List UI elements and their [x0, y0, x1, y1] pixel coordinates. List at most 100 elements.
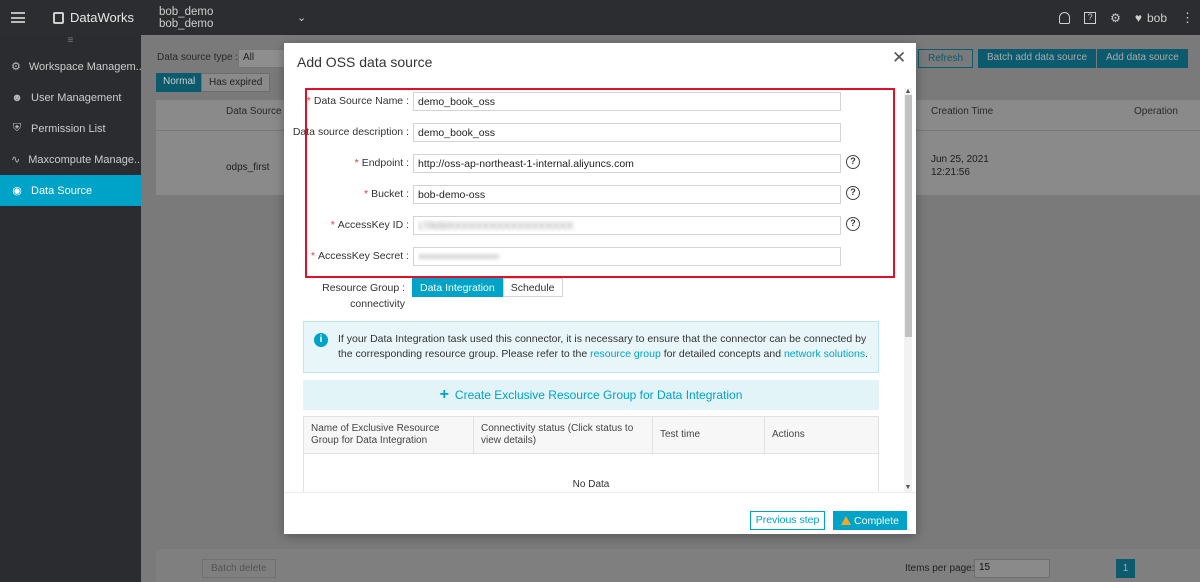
- add-oss-data-source-dialog: Add OSS data source ✕ * Data Source Name …: [284, 43, 916, 534]
- refresh-button[interactable]: Refresh: [918, 49, 974, 68]
- chevron-down-icon[interactable]: ⌄: [297, 11, 306, 24]
- field-accesskey-id: *AccessKey ID : ?: [284, 214, 904, 236]
- scroll-down-icon[interactable]: ▼: [904, 484, 912, 492]
- tab-schedule[interactable]: Schedule: [502, 278, 563, 297]
- workspace-selector[interactable]: bob_demo bob_demo: [159, 6, 297, 30]
- column-header-name: Data Source N: [226, 106, 292, 117]
- field-label: Data Source Name :: [313, 95, 409, 107]
- batch-add-button[interactable]: Batch add data source: [978, 49, 1097, 68]
- accesskey-secret-input[interactable]: [413, 247, 841, 266]
- sidebar-item-workspace-management[interactable]: ⚙ Workspace Managem...: [0, 51, 141, 82]
- resource-group-link[interactable]: resource group: [590, 348, 661, 360]
- previous-step-button[interactable]: Previous step: [750, 511, 825, 530]
- resource-group-label: Resource Group : connectivity: [322, 282, 405, 310]
- users-icon: ☻: [11, 91, 23, 104]
- gear-icon: ⚙: [11, 61, 21, 73]
- info-text: If your Data Integration task used this …: [338, 333, 868, 360]
- type-filter-label: Data source type :: [157, 52, 239, 63]
- field-endpoint: *Endpoint : ?: [284, 152, 904, 174]
- app-logo[interactable]: DataWorks: [53, 10, 158, 25]
- cell-creation-time: 12:21:56: [931, 167, 970, 178]
- data-source-name-input[interactable]: [413, 92, 841, 111]
- table-header: Name of Exclusive Resource Group for Dat…: [304, 417, 878, 454]
- wrench-icon[interactable]: ⚙: [1110, 11, 1121, 25]
- cell-creation-date: Jun 25, 2021: [931, 154, 989, 165]
- workspace-id: bob_demo: [159, 17, 214, 30]
- create-exclusive-resource-group-button[interactable]: + Create Exclusive Resource Group for Da…: [303, 380, 879, 410]
- create-label: Create Exclusive Resource Group for Data…: [454, 388, 743, 402]
- dialog-scrollbar[interactable]: ▲ ▼: [904, 88, 912, 492]
- sidebar-item-data-source[interactable]: ◉ Data Source: [0, 175, 141, 206]
- field-label: AccessKey ID :: [337, 219, 409, 231]
- sidebar-item-label: Permission List: [31, 122, 106, 135]
- field-data-source-name: * Data Source Name :: [284, 90, 904, 112]
- resource-group-table: Name of Exclusive Resource Group for Dat…: [303, 416, 879, 492]
- hamburger-icon: [10, 12, 25, 23]
- dialog-body: *Data Source Name : Data source descript…: [284, 88, 916, 492]
- scrollbar-thumb[interactable]: [905, 95, 912, 337]
- close-icon[interactable]: ✕: [892, 49, 906, 66]
- chart-icon: ∿: [11, 154, 21, 166]
- sidebar-item-label: Workspace Managem...: [28, 60, 141, 73]
- field-label: Endpoint :: [361, 157, 409, 169]
- column-header-creation-time: Creation Time: [931, 106, 994, 117]
- field-label: AccessKey Secret :: [317, 250, 409, 262]
- bell-icon[interactable]: [1059, 11, 1071, 24]
- field-label: Data source description :: [292, 126, 409, 138]
- info-alert: i If your Data Integration task used thi…: [303, 321, 879, 373]
- sidebar-item-user-management[interactable]: ☻ User Management: [0, 82, 141, 113]
- page-button-current[interactable]: 1: [1116, 559, 1135, 578]
- resource-group-tabs: Data Integration Schedule: [412, 278, 563, 297]
- bucket-input[interactable]: [413, 185, 841, 204]
- required-marker: *: [310, 250, 315, 262]
- accesskey-id-input[interactable]: [413, 216, 841, 235]
- more-icon[interactable]: ⋮: [1181, 10, 1194, 26]
- sidebar-item-permission-list[interactable]: ⛨ Permission List: [0, 113, 141, 144]
- required-marker: *: [363, 188, 369, 200]
- field-bucket: *Bucket : ?: [284, 183, 904, 205]
- info-icon: i: [314, 333, 328, 347]
- dialog-title: Add OSS data source: [297, 54, 433, 70]
- datasource-icon: ◉: [12, 185, 22, 197]
- user-menu[interactable]: ♥ bob: [1135, 11, 1167, 25]
- question-icon[interactable]: ?: [846, 217, 860, 231]
- tab-has-expired[interactable]: Has expired: [201, 73, 271, 92]
- batch-delete-button[interactable]: Batch delete: [202, 559, 276, 578]
- items-per-page-select[interactable]: 15: [974, 559, 1050, 578]
- workspace-name: bob_demo: [159, 5, 214, 18]
- avatar-icon: ♥: [1134, 10, 1142, 25]
- sidebar: ≡ ⚙ Workspace Managem... ☻ User Manageme…: [0, 35, 141, 582]
- column-header-group-name: Name of Exclusive Resource Group for Dat…: [304, 417, 474, 454]
- sidebar-item-label: User Management: [31, 91, 122, 104]
- user-name: bob: [1146, 10, 1167, 25]
- network-solutions-link[interactable]: network solutions: [784, 348, 865, 360]
- complete-label: Complete: [854, 514, 899, 527]
- sidebar-collapse-toggle[interactable]: ≡: [0, 35, 141, 51]
- question-icon[interactable]: ?: [846, 186, 860, 200]
- app-name: DataWorks: [70, 10, 135, 25]
- endpoint-input[interactable]: [413, 154, 841, 173]
- tab-data-integration[interactable]: Data Integration: [412, 278, 503, 297]
- help-icon[interactable]: ?: [1084, 11, 1097, 24]
- shield-icon: ⛨: [12, 122, 22, 134]
- column-header-operation: Operation: [1134, 106, 1178, 117]
- tab-normal[interactable]: Normal: [156, 73, 203, 92]
- pagination-bar: Batch delete Items per page: 15 1: [156, 549, 1200, 582]
- field-data-source-description: Data source description :: [284, 121, 904, 143]
- add-data-source-button[interactable]: Add data source: [1097, 49, 1188, 68]
- dataworks-logo-icon: [53, 11, 64, 24]
- field-accesskey-secret: * AccessKey Secret :: [284, 245, 904, 267]
- question-icon[interactable]: ?: [846, 155, 860, 169]
- complete-button[interactable]: Complete: [833, 511, 907, 530]
- plus-icon: +: [439, 386, 449, 403]
- items-per-page-label: Items per page:: [905, 563, 975, 574]
- required-marker: *: [354, 157, 359, 169]
- column-header-actions: Actions: [772, 429, 805, 440]
- empty-state: No Data: [572, 479, 610, 490]
- sidebar-item-maxcompute-management[interactable]: ∿ Maxcompute Manage...: [0, 144, 141, 175]
- menu-button[interactable]: [0, 0, 35, 35]
- column-header-connectivity: Connectivity status (Click status to vie…: [474, 417, 653, 454]
- sidebar-item-label: Data Source: [31, 184, 93, 197]
- data-source-description-input[interactable]: [413, 123, 841, 142]
- top-bar: DataWorks bob_demo bob_demo ⌄ ? ⚙ ♥ bob …: [0, 0, 1200, 35]
